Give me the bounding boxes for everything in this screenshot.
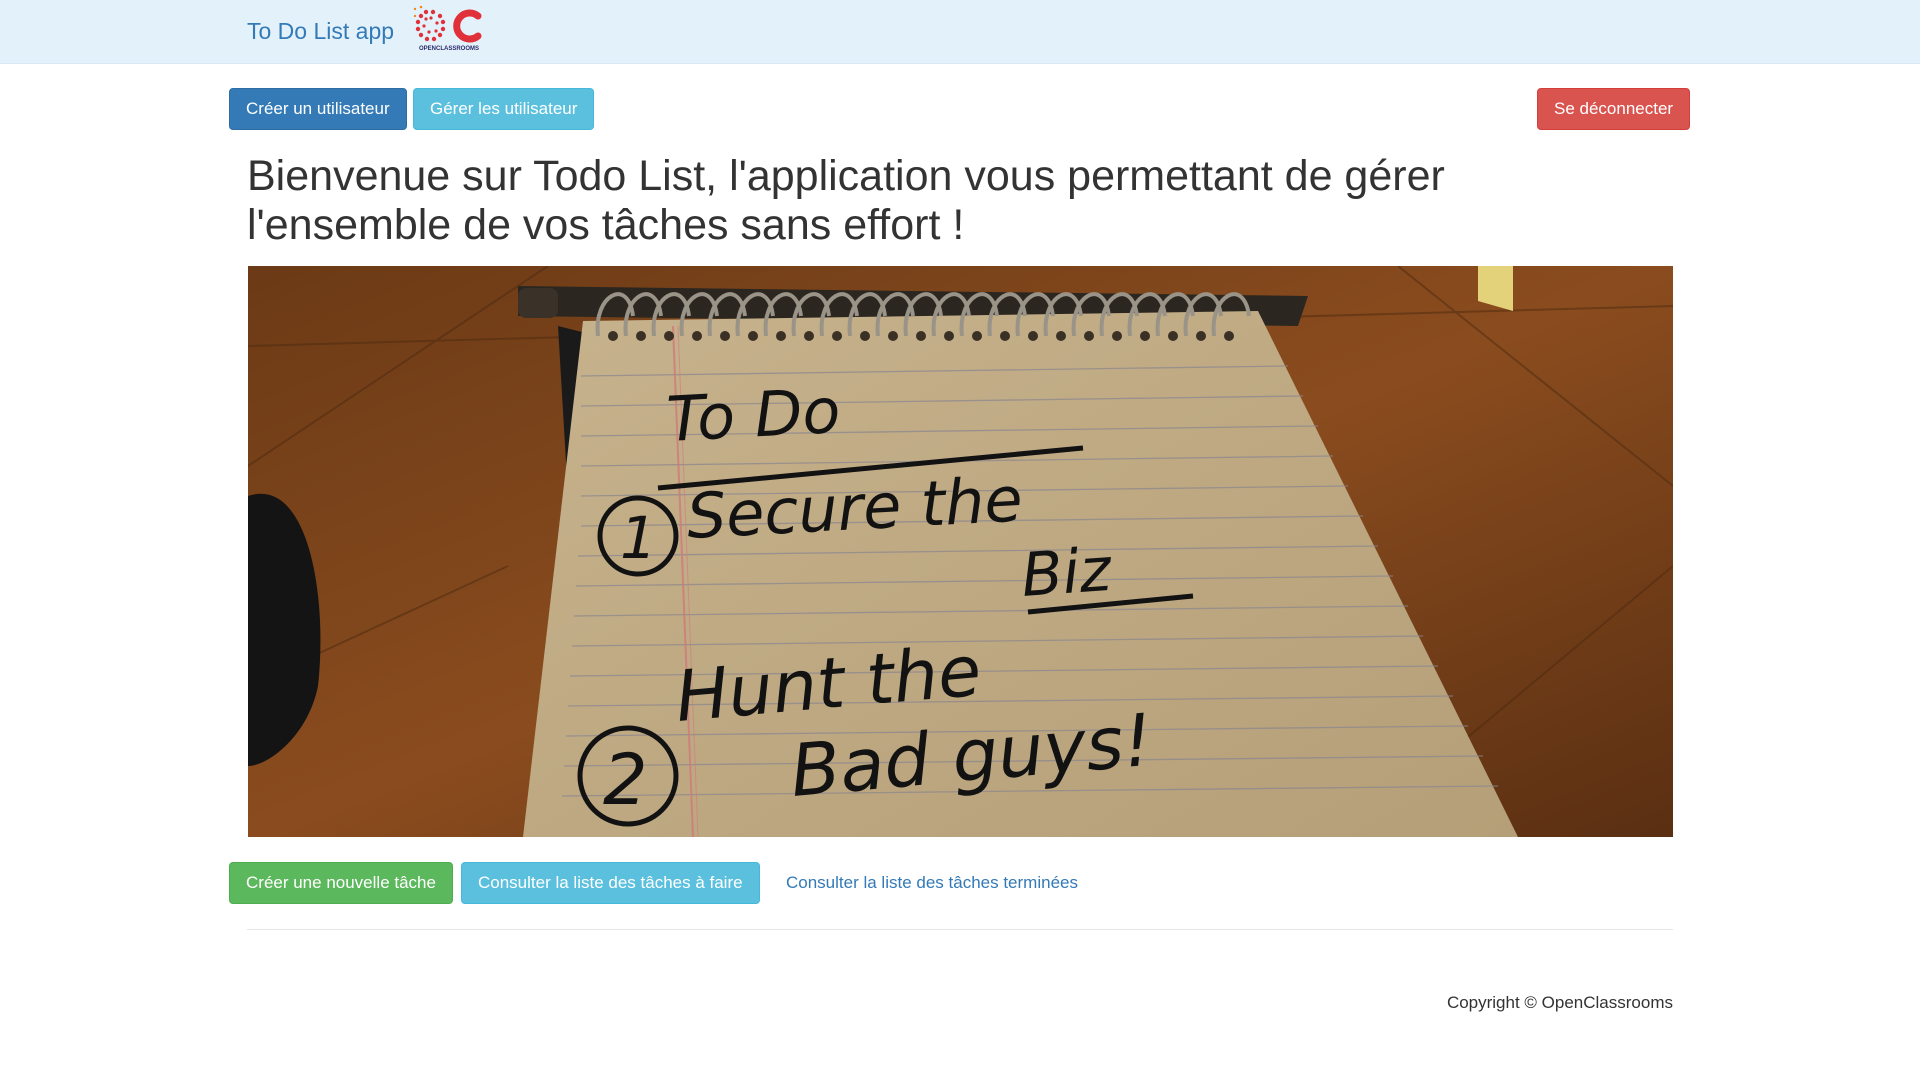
logo-text: OPENCLASSROOMS bbox=[419, 46, 479, 52]
page-title: Bienvenue sur Todo List, l'application v… bbox=[247, 152, 1445, 249]
create-task-button[interactable]: Créer une nouvelle tâche bbox=[229, 862, 453, 904]
manage-users-button[interactable]: Gérer les utilisateur bbox=[413, 88, 595, 130]
footer-divider bbox=[247, 929, 1673, 930]
openclassrooms-logo[interactable]: OPENCLASSROOMS bbox=[412, 4, 486, 52]
logout-button[interactable]: Se déconnecter bbox=[1537, 88, 1691, 130]
navbar: To Do List app OPENCLASSROOMS bbox=[0, 0, 1920, 64]
brand-link[interactable]: To Do List app bbox=[247, 17, 394, 45]
create-user-button[interactable]: Créer un utilisateur bbox=[229, 88, 407, 130]
done-list-link[interactable]: Consulter la liste des tâches terminées bbox=[786, 862, 1078, 904]
note-item2-number: 2 bbox=[603, 739, 648, 821]
copyright-text: Copyright © OpenClassrooms bbox=[1446, 993, 1673, 1012]
todo-list-button[interactable]: Consulter la liste des tâches à faire bbox=[461, 862, 760, 904]
note-item1-number: 1 bbox=[620, 504, 657, 572]
note-heading: To Do bbox=[665, 374, 842, 456]
note-item1-text2: Biz bbox=[1019, 535, 1114, 611]
todo-notepad-image: To Do 1 Secure the Biz Hunt the 2 Bad gu… bbox=[248, 266, 1673, 837]
